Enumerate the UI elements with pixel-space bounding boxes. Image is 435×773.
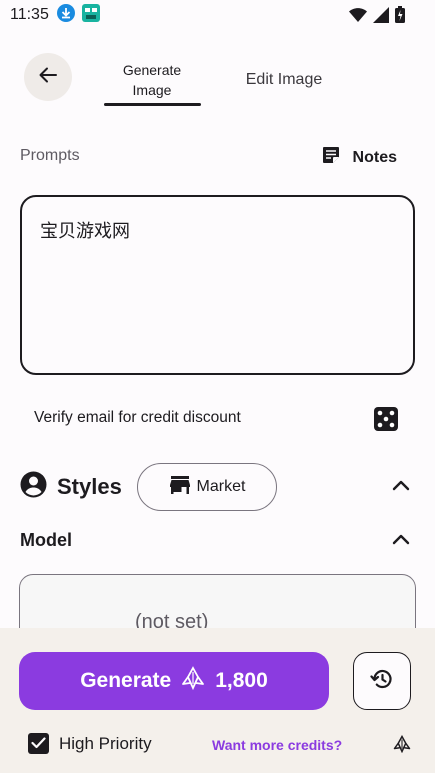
check-icon — [31, 734, 46, 754]
credits-small-icon[interactable] — [393, 734, 411, 758]
want-more-credits-link[interactable]: Want more credits? — [212, 737, 342, 753]
status-icons — [349, 6, 405, 28]
tab-bar: Generate Image Edit Image — [100, 54, 364, 106]
market-label: Market — [196, 478, 246, 495]
styles-header: Styles — [20, 464, 122, 510]
tab-generate-label-line2: Image — [132, 82, 172, 98]
back-arrow-icon — [38, 65, 58, 90]
generate-cost: 1,800 — [215, 669, 268, 692]
high-priority-toggle[interactable]: High Priority — [28, 733, 152, 754]
credits-icon — [181, 666, 205, 696]
prompt-text: 宝贝游戏网 — [40, 221, 130, 242]
styles-title: Styles — [57, 474, 122, 499]
back-button[interactable] — [24, 53, 72, 101]
tab-indicator — [104, 103, 201, 106]
verify-email-text[interactable]: Verify email for credit discount — [34, 409, 241, 427]
tab-generate-image[interactable]: Generate Image — [100, 54, 204, 106]
market-button[interactable]: Market — [137, 463, 277, 511]
tab-edit-image[interactable]: Edit Image — [204, 54, 364, 106]
notes-button[interactable]: Notes — [321, 145, 397, 170]
status-bar: 11:35 — [0, 0, 435, 30]
high-priority-label: High Priority — [59, 733, 152, 753]
generate-button[interactable]: Generate 1,800 — [19, 652, 329, 710]
tab-generate-label-line1: Generate — [122, 62, 182, 78]
prompt-input[interactable]: 宝贝游戏网 — [20, 195, 415, 375]
model-title: Model — [20, 530, 72, 550]
high-priority-checkbox[interactable] — [28, 733, 49, 754]
store-icon — [169, 474, 191, 501]
signal-icon — [373, 6, 389, 28]
dice-icon[interactable] — [373, 406, 399, 437]
app-icon — [81, 3, 101, 28]
generate-label: Generate — [80, 669, 172, 692]
notes-icon — [321, 145, 341, 170]
history-icon — [370, 667, 394, 696]
prompts-label: Prompts — [20, 147, 80, 164]
styles-collapse-chevron-up-icon[interactable] — [391, 478, 411, 497]
model-collapse-chevron-up-icon[interactable] — [391, 532, 411, 551]
battery-icon — [395, 6, 405, 28]
wifi-icon — [349, 7, 367, 28]
history-button[interactable] — [353, 652, 411, 710]
notes-label: Notes — [352, 148, 397, 166]
status-time: 11:35 — [10, 6, 49, 23]
account-icon — [20, 471, 47, 503]
download-icon — [56, 3, 75, 27]
